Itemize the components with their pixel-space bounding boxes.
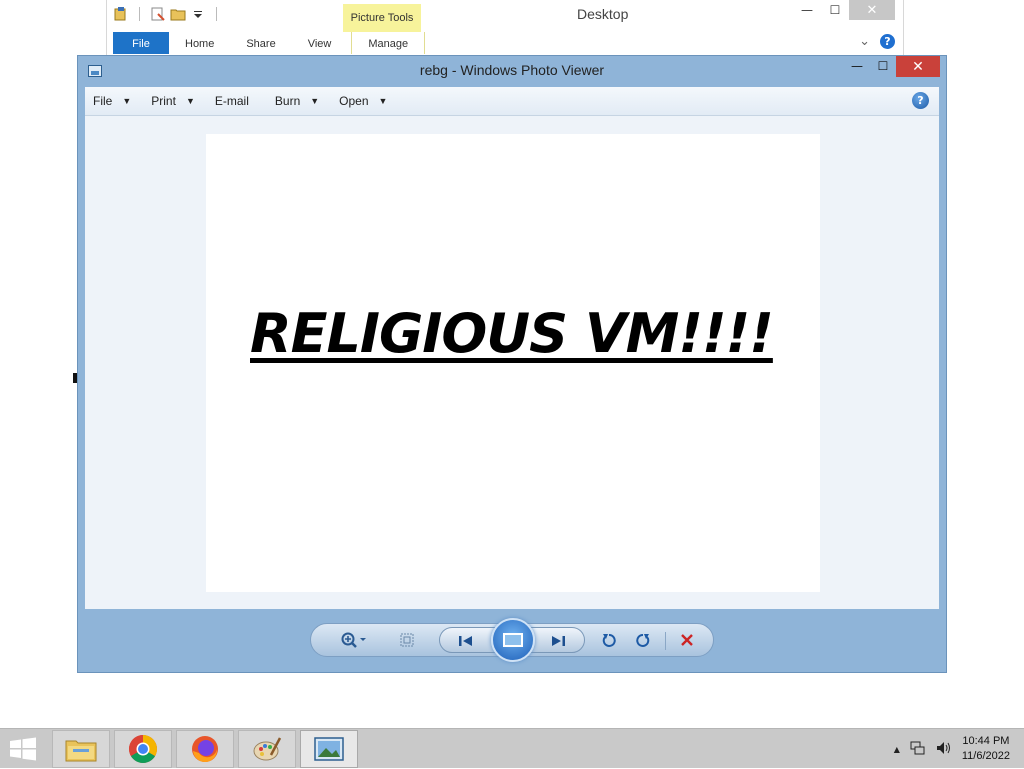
photo-viewer-icon	[314, 737, 344, 761]
menu-email[interactable]: E-mail	[215, 94, 249, 108]
volume-icon[interactable]	[936, 741, 952, 758]
slideshow-button[interactable]	[491, 618, 535, 662]
file-explorer-icon	[65, 740, 97, 762]
previous-icon	[459, 636, 472, 646]
viewer-title: rebg - Windows Photo Viewer	[419, 62, 605, 78]
viewer-help-icon[interactable]: ?	[912, 92, 929, 109]
ribbon-right-controls: ⌄ ?	[859, 34, 895, 49]
viewer-control-bar	[310, 618, 714, 662]
tab-file[interactable]: File	[113, 32, 169, 54]
desktop: Picture Tools Desktop — ☐ ✕ File Home Sh…	[0, 0, 1024, 728]
system-tray: ▲ 10:44 PM 11/6/2022	[894, 729, 1024, 769]
menu-print-label: Print	[151, 94, 176, 108]
previous-button[interactable]	[452, 625, 480, 657]
rotate-right-icon	[636, 633, 650, 647]
next-icon	[552, 636, 565, 646]
qat-separator	[216, 7, 217, 21]
menu-open-label: Open	[339, 94, 369, 108]
chevron-down-icon: ▼	[185, 96, 195, 106]
rotate-left-button[interactable]	[597, 624, 621, 656]
taskbar-photo-viewer[interactable]	[300, 730, 358, 768]
qat-separator	[139, 7, 140, 21]
properties-icon[interactable]	[113, 6, 129, 22]
taskbar-firefox[interactable]	[176, 730, 234, 768]
explorer-help-icon[interactable]: ?	[880, 34, 895, 49]
start-button[interactable]	[8, 737, 38, 761]
viewer-close-button[interactable]: ✕	[896, 56, 940, 77]
clock-date: 11/6/2022	[961, 750, 1010, 762]
zoom-icon	[341, 632, 366, 648]
photo-viewer-window[interactable]: rebg - Windows Photo Viewer — ☐ ✕ File ▼…	[77, 55, 947, 673]
explorer-minimize-button[interactable]: —	[793, 0, 821, 20]
viewer-titlebar[interactable]: rebg - Windows Photo Viewer — ☐ ✕	[78, 56, 946, 86]
new-item-icon[interactable]	[150, 6, 166, 22]
explorer-close-button[interactable]: ✕	[849, 0, 895, 20]
tab-home[interactable]: Home	[169, 32, 230, 54]
customize-qat-icon[interactable]	[190, 6, 206, 22]
menu-burn-label: Burn	[274, 94, 301, 108]
chevron-down-icon: ▼	[122, 96, 132, 106]
next-button[interactable]	[544, 625, 572, 657]
explorer-maximize-button[interactable]: ☐	[821, 0, 849, 20]
show-hidden-icons-chevron-up-icon[interactable]: ▲	[894, 745, 900, 754]
menu-file-label: File	[93, 94, 113, 108]
slideshow-icon	[503, 633, 523, 647]
expand-ribbon-icon[interactable]: ⌄	[859, 34, 870, 49]
menu-email-label: E-mail	[214, 94, 249, 108]
clock-time: 10:44 PM	[962, 735, 1010, 747]
chrome-icon	[129, 735, 157, 763]
explorer-window-controls: — ☐ ✕	[793, 0, 895, 20]
taskbar: ▲ 10:44 PM 11/6/2022	[0, 728, 1024, 768]
paint-icon	[253, 737, 282, 761]
rotate-right-button[interactable]	[631, 624, 655, 656]
explorer-titlebar[interactable]: Picture Tools Desktop — ☐ ✕	[107, 0, 903, 32]
delete-icon	[681, 634, 693, 646]
new-folder-icon[interactable]	[170, 6, 186, 22]
tab-manage[interactable]: Manage	[351, 32, 426, 54]
zoom-button[interactable]	[337, 624, 373, 656]
rotate-left-icon	[602, 633, 616, 647]
actual-size-button[interactable]	[395, 624, 419, 656]
image-text: RELIGIOUS VM!!!!	[250, 302, 774, 365]
firefox-icon	[192, 736, 218, 763]
windows-logo-icon	[10, 737, 36, 761]
actual-size-icon	[400, 633, 414, 647]
ribbon-tabs: File Home Share View Manage	[113, 32, 426, 54]
image-canvas[interactable]: RELIGIOUS VM!!!!	[85, 116, 939, 609]
viewer-menubar: File ▼ Print ▼ E-mail Burn ▼ Open ▼ ?	[85, 87, 939, 116]
control-divider	[665, 632, 666, 650]
menu-print[interactable]: Print ▼	[151, 94, 195, 108]
tab-share[interactable]: Share	[230, 32, 291, 54]
menu-open[interactable]: Open ▼	[339, 94, 387, 108]
picture-tools-tab-group: Picture Tools	[343, 4, 421, 32]
taskbar-file-explorer[interactable]	[52, 730, 110, 768]
chevron-down-icon: ▼	[310, 96, 320, 106]
viewer-maximize-button[interactable]: ☐	[870, 56, 896, 76]
displayed-image: RELIGIOUS VM!!!!	[206, 134, 820, 592]
viewer-minimize-button[interactable]: —	[844, 56, 870, 76]
clock[interactable]: 10:44 PM 11/6/2022	[962, 734, 1010, 764]
explorer-title: Desktop	[577, 6, 629, 22]
delete-button[interactable]	[675, 624, 699, 656]
tab-view[interactable]: View	[292, 32, 348, 54]
quick-access-toolbar	[113, 6, 223, 22]
menu-burn[interactable]: Burn ▼	[275, 94, 319, 108]
chevron-down-icon: ▼	[378, 96, 388, 106]
taskbar-paint[interactable]	[238, 730, 296, 768]
viewer-window-controls: — ☐ ✕	[844, 56, 940, 77]
taskbar-chrome[interactable]	[114, 730, 172, 768]
menu-file[interactable]: File ▼	[93, 94, 131, 108]
network-icon[interactable]	[910, 741, 926, 758]
explorer-window[interactable]: Picture Tools Desktop — ☐ ✕ File Home Sh…	[106, 0, 904, 60]
